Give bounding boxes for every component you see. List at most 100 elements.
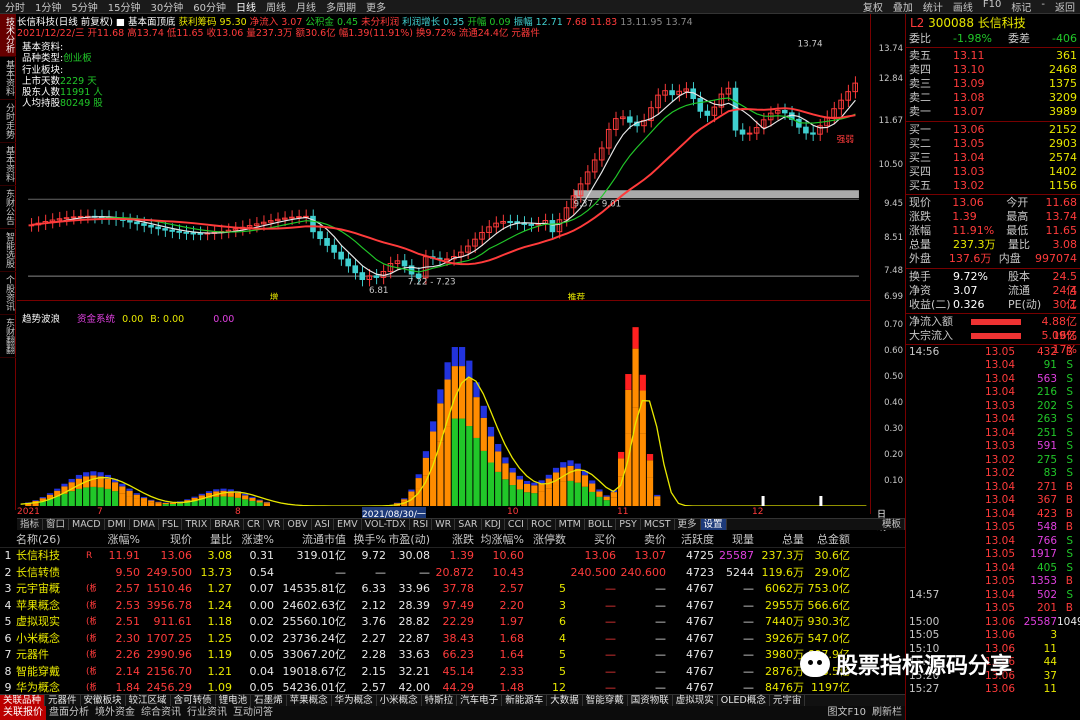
ind-tab-13[interactable]: VOL-TDX bbox=[362, 519, 410, 530]
table-header-12[interactable]: 买价 bbox=[566, 531, 616, 547]
table-row[interactable]: 8 智能穿戴 (板指) 2.14 2156.70 1.21 0.04 19018.67亿 2.1… bbox=[0, 664, 905, 681]
topbar-btn-2[interactable]: 统计 bbox=[918, 0, 948, 14]
period-0[interactable]: 分时 bbox=[0, 0, 30, 14]
ind-tab-14[interactable]: RSI bbox=[410, 519, 433, 530]
period-4[interactable]: 30分钟 bbox=[145, 0, 188, 14]
table-header-0[interactable] bbox=[0, 531, 16, 547]
sector-tab-6[interactable]: 石墨烯 bbox=[251, 695, 287, 706]
topbar-btn-1[interactable]: 叠加 bbox=[888, 0, 918, 14]
table-row[interactable]: 6 小米概念 (板指) 2.30 1707.25 1.25 0.02 23736.24亿 2.2… bbox=[0, 631, 905, 648]
ind-tab-15[interactable]: WR bbox=[432, 519, 456, 530]
table-row[interactable]: 7 元器件 (板指) 2.26 2990.96 1.19 0.05 33067.20亿 2.28… bbox=[0, 647, 905, 664]
sector-tab-2[interactable]: 安徽板块 bbox=[81, 695, 126, 706]
table-header-14[interactable]: 活跃度 bbox=[666, 531, 714, 547]
table-header-2[interactable]: 涨幅% bbox=[96, 531, 140, 547]
period-10[interactable]: 更多 bbox=[361, 0, 391, 14]
bottom-tab-5[interactable]: 互动问答 bbox=[230, 706, 276, 720]
table-row[interactable]: 3 元宇宙概 (板指) 2.57 1510.46 1.27 0.07 14535.81亿 6.3… bbox=[0, 581, 905, 598]
sector-tab-15[interactable]: 国资物联 bbox=[628, 695, 673, 706]
sector-tab-14[interactable]: 智能穿戴 bbox=[583, 695, 628, 706]
ind-tab-3[interactable]: DMI bbox=[105, 519, 130, 530]
bottom-tab-2[interactable]: 境外资金 bbox=[92, 706, 138, 720]
leftnav-item-5[interactable]: 智能选股 bbox=[0, 229, 16, 272]
sector-tab-1[interactable]: 元器件 bbox=[45, 695, 81, 706]
topbar-btn-0[interactable]: 复权 bbox=[858, 0, 888, 14]
leftnav-item-2[interactable]: 分时走势 bbox=[0, 100, 16, 143]
leftnav-item-3[interactable]: 基本资料 bbox=[0, 143, 16, 186]
ind-tab-5[interactable]: FSL bbox=[159, 519, 183, 530]
bottom-tab-0[interactable]: 关联报价 bbox=[0, 706, 46, 720]
leftnav-item-6[interactable]: 个股资讯 bbox=[0, 272, 16, 315]
bottom-tab-1[interactable]: 盘面分析 bbox=[46, 706, 92, 720]
table-header-4[interactable]: 量比 bbox=[192, 531, 232, 547]
ind-tab-25[interactable]: 设置 bbox=[700, 519, 727, 530]
sector-tab-18[interactable]: 元宇宙 bbox=[770, 695, 806, 706]
ind-tab-17[interactable]: KDJ bbox=[482, 519, 505, 530]
ind-tab-23[interactable]: MCST bbox=[641, 519, 675, 530]
leftnav-item-1[interactable]: 基本资料 bbox=[0, 57, 16, 100]
table-header-1[interactable]: 名称(26) bbox=[16, 531, 96, 547]
table-header-9[interactable]: 涨跌 bbox=[430, 531, 474, 547]
table-header-16[interactable]: 总量 bbox=[754, 531, 804, 547]
table-header-6[interactable]: 流通市值 bbox=[274, 531, 346, 547]
bottom-tab-3[interactable]: 综合资讯 bbox=[138, 706, 184, 720]
table-header-11[interactable]: 涨停数 bbox=[524, 531, 566, 547]
sector-tab-5[interactable]: 锂电池 bbox=[216, 695, 252, 706]
leftnav-item-7[interactable]: 东财翻翻 bbox=[0, 315, 16, 358]
table-header-15[interactable]: 现量 bbox=[714, 531, 754, 547]
table-header-17[interactable]: 总金额 bbox=[804, 531, 850, 547]
topbar-btn-5[interactable]: 标记 bbox=[1006, 0, 1036, 14]
ind-tab-1[interactable]: 窗口 bbox=[43, 519, 70, 530]
ind-tab-2[interactable]: MACD bbox=[69, 519, 105, 530]
ind-tab-19[interactable]: ROC bbox=[528, 519, 556, 530]
table-row[interactable]: 2 长信转债 9.50 249.500 13.73 0.54 — — — 20.872 10.43 2… bbox=[0, 565, 905, 582]
sector-tab-9[interactable]: 小米概念 bbox=[377, 695, 422, 706]
ind-tab-6[interactable]: TRIX bbox=[182, 519, 212, 530]
sector-tab-4[interactable]: 含可转债 bbox=[171, 695, 216, 706]
ind-tab-20[interactable]: MTM bbox=[556, 519, 585, 530]
bottom-tab-4[interactable]: 行业资讯 bbox=[184, 706, 230, 720]
table-row[interactable]: 4 苹果概念 (板指) 2.53 3956.78 1.24 0.00 24602.63亿 2.1… bbox=[0, 598, 905, 615]
ind-tab-11[interactable]: ASI bbox=[312, 519, 334, 530]
ind-tab-7[interactable]: BRAR bbox=[211, 519, 245, 530]
period-1[interactable]: 1分钟 bbox=[30, 0, 66, 14]
topbar-btn-6[interactable]: - bbox=[1036, 0, 1050, 14]
sector-tab-8[interactable]: 华为概念 bbox=[332, 695, 377, 706]
sector-tab-10[interactable]: 特斯拉 bbox=[422, 695, 458, 706]
ind-tab-10[interactable]: OBV bbox=[284, 519, 312, 530]
ind-tab-8[interactable]: CR bbox=[244, 519, 265, 530]
ind-tab-4[interactable]: DMA bbox=[130, 519, 159, 530]
sector-tab-3[interactable]: 较江区域 bbox=[126, 695, 171, 706]
table-header-13[interactable]: 卖价 bbox=[616, 531, 666, 547]
period-6[interactable]: 日线 bbox=[231, 0, 261, 14]
ind-tab-9[interactable]: VR bbox=[264, 519, 285, 530]
tab-template[interactable]: 模板 bbox=[879, 519, 905, 530]
table-header-5[interactable]: 涨速% bbox=[232, 531, 274, 547]
sector-tab-0[interactable]: 关联品种 bbox=[0, 695, 46, 706]
sector-tab-7[interactable]: 苹果概念 bbox=[287, 695, 332, 706]
topbar-btn-7[interactable]: 返回 bbox=[1050, 0, 1080, 14]
indicator-chart[interactable] bbox=[17, 320, 870, 506]
ind-tab-22[interactable]: PSY bbox=[616, 519, 641, 530]
ind-tab-0[interactable]: 指标 bbox=[17, 519, 44, 530]
leftnav-item-0[interactable]: 技术分析 bbox=[0, 14, 16, 57]
sector-tab-12[interactable]: 新能源车 bbox=[502, 695, 548, 706]
period-9[interactable]: 多周期 bbox=[321, 0, 361, 14]
ind-tab-24[interactable]: 更多 bbox=[675, 519, 701, 530]
table-row[interactable]: 5 虚拟现实 (板指) 2.51 911.61 1.18 0.02 25560.10亿 3.76… bbox=[0, 614, 905, 631]
sector-tab-13[interactable]: 大数据 bbox=[547, 695, 583, 706]
table-header-10[interactable]: 均涨幅% bbox=[474, 531, 524, 547]
period-7[interactable]: 周线 bbox=[261, 0, 291, 14]
sector-tab-16[interactable]: 虚拟现实 bbox=[673, 695, 718, 706]
table-row[interactable]: 1 长信科技 R 11.91 13.06 3.08 0.31 319.01亿 9.72 30.08… bbox=[0, 548, 905, 565]
ind-tab-18[interactable]: CCI bbox=[505, 519, 528, 530]
bottom-refresh[interactable]: 刷新栏 bbox=[869, 706, 905, 720]
table-header-3[interactable]: 现价 bbox=[140, 531, 192, 547]
ind-tab-21[interactable]: BOLL bbox=[585, 519, 617, 530]
kline-chart[interactable]: 13.74 6.81 7.22 - 7.23 9.37 - 9.01 强弱增 推荐 bbox=[17, 37, 870, 300]
ind-tab-16[interactable]: SAR bbox=[455, 519, 482, 530]
ind-tab-12[interactable]: EMV bbox=[334, 519, 362, 530]
topbar-btn-4[interactable]: F10 bbox=[978, 0, 1006, 14]
topbar-btn-3[interactable]: 画线 bbox=[948, 0, 978, 14]
sector-tab-17[interactable]: OLED概念 bbox=[718, 695, 770, 706]
